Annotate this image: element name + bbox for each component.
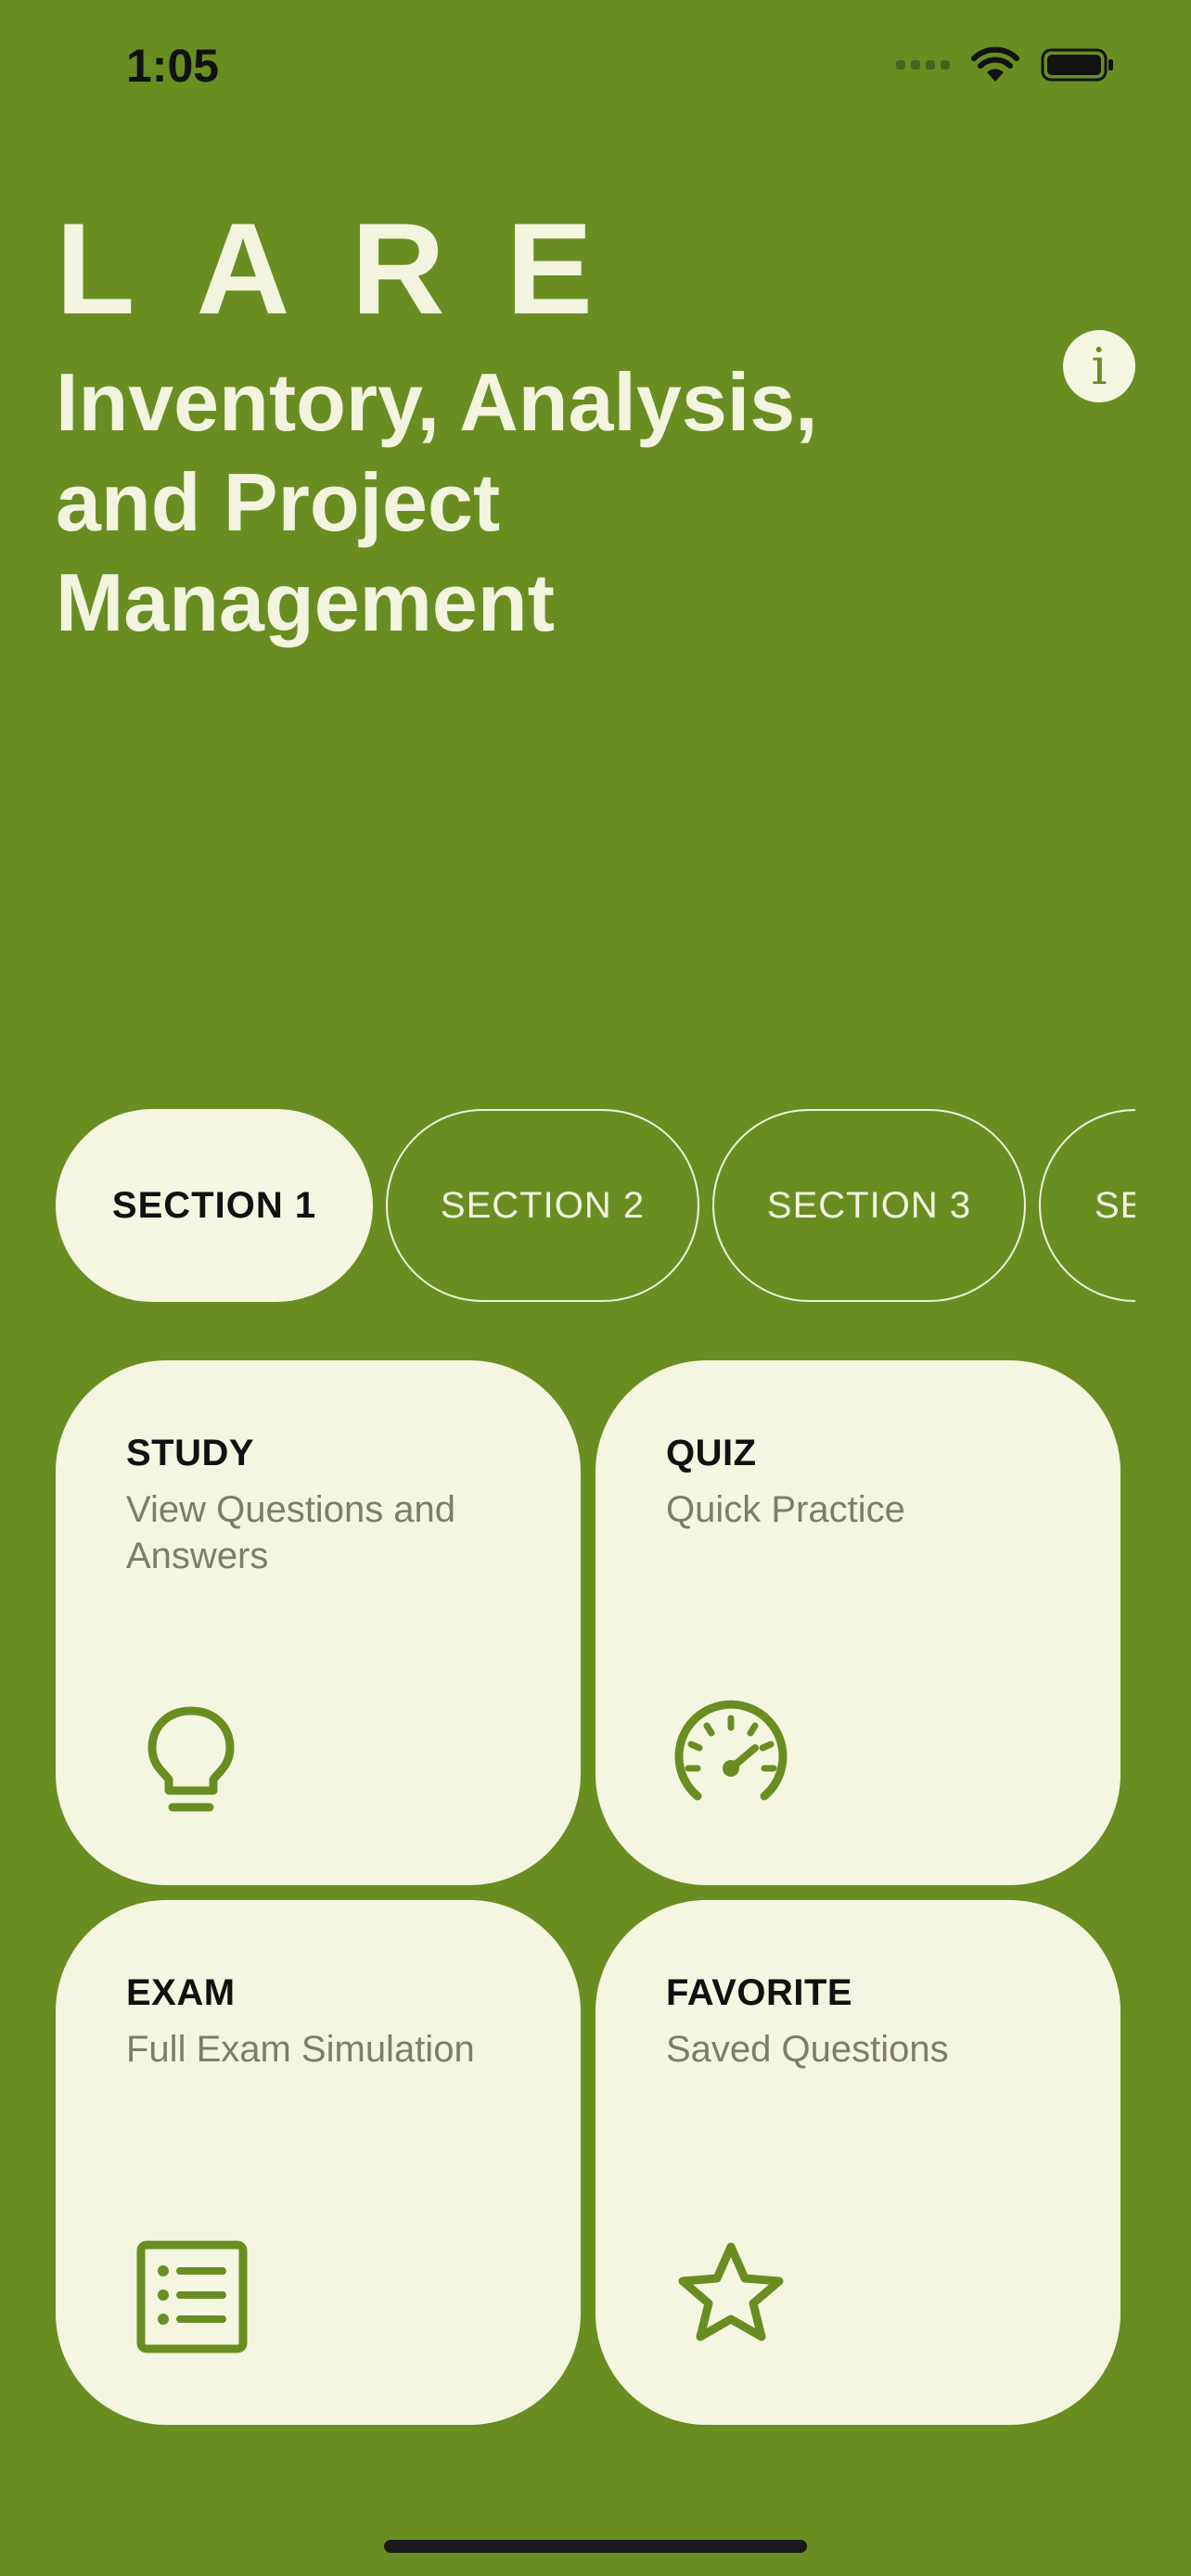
- lightbulb-icon: [147, 1706, 235, 1812]
- study-card[interactable]: STUDY View Questions and Answers: [56, 1360, 581, 1885]
- card-title: STUDY: [126, 1433, 255, 1473]
- cellular-signal-icon: [896, 60, 950, 70]
- home-indicator[interactable]: [384, 2540, 807, 2553]
- tab-section-3[interactable]: SECTION 3: [712, 1109, 1026, 1302]
- card-title: QUIZ: [666, 1433, 757, 1473]
- star-icon: [678, 2242, 784, 2341]
- exam-card[interactable]: EXAM Full Exam Simulation: [56, 1900, 581, 2425]
- status-bar: 1:05: [0, 0, 1191, 139]
- card-subtitle: View Questions and Answers: [126, 1489, 456, 1576]
- tab-section-2[interactable]: SECTION 2: [386, 1109, 699, 1302]
- card-subtitle: Full Exam Simulation: [126, 2029, 475, 2070]
- page-title: Inventory, Analysis, and Project Managem…: [56, 356, 818, 648]
- card-title: FAVORITE: [666, 1972, 853, 2013]
- status-icons: [896, 46, 1115, 83]
- battery-icon: [1041, 48, 1113, 82]
- tab-section-1[interactable]: SECTION 1: [56, 1109, 373, 1302]
- tab-section-4[interactable]: SE: [1039, 1109, 1135, 1302]
- wifi-icon: [971, 46, 1019, 82]
- card-subtitle: Quick Practice: [666, 1489, 905, 1530]
- quiz-card[interactable]: QUIZ Quick Practice: [596, 1360, 1121, 1885]
- favorite-card[interactable]: FAVORITE Saved Questions: [596, 1900, 1121, 2425]
- status-time: 1:05: [126, 40, 220, 92]
- section-tabs: SECTION 1 SECTION 2 SECTION 3 SE: [56, 1109, 1135, 1306]
- app-logo: LARE: [56, 196, 655, 341]
- card-title: EXAM: [126, 1972, 236, 2013]
- speedometer-icon: [674, 1700, 788, 1801]
- info-icon[interactable]: i: [1063, 330, 1135, 402]
- list-document-icon: [136, 2240, 248, 2353]
- card-subtitle: Saved Questions: [666, 2029, 949, 2070]
